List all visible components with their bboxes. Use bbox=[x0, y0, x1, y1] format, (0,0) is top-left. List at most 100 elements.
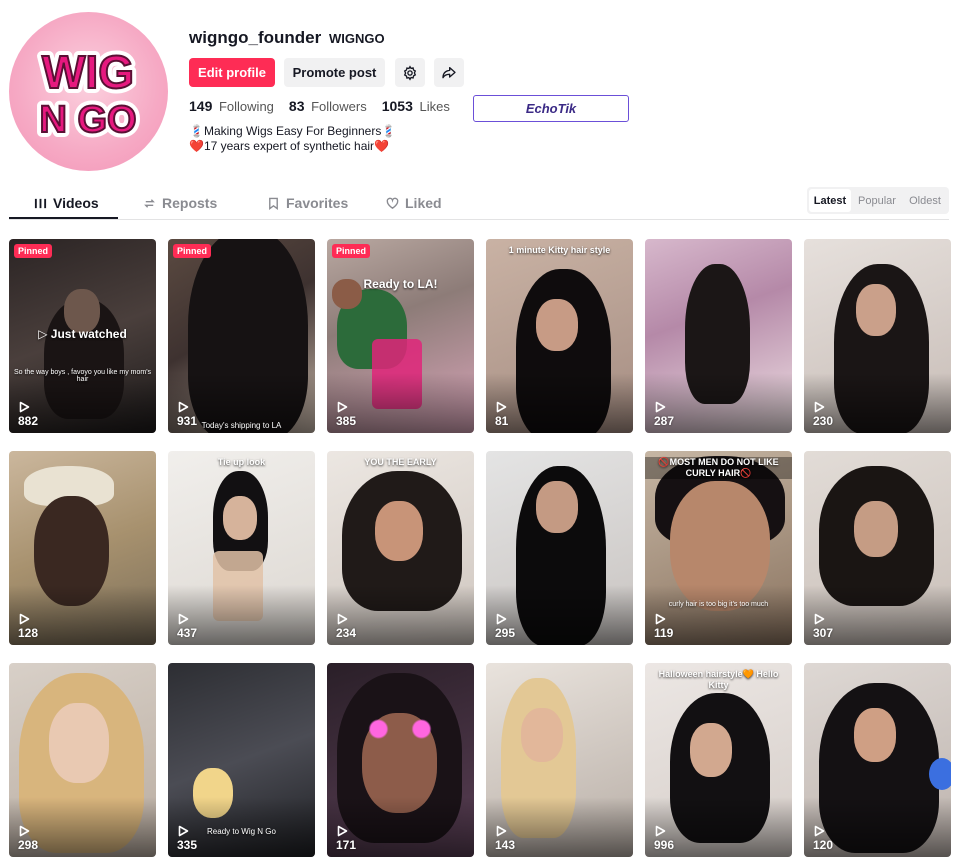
view-count: 295 bbox=[495, 626, 516, 640]
profile-bio: 💈Making Wigs Easy For Beginners💈 ❤️17 ye… bbox=[189, 124, 396, 154]
play-icon bbox=[337, 825, 348, 837]
play-icon bbox=[19, 825, 30, 837]
view-count: 128 bbox=[18, 626, 39, 640]
svg-text:WIG: WIG bbox=[42, 46, 134, 98]
bio-line: 💈Making Wigs Easy For Beginners💈 bbox=[189, 124, 397, 138]
thumbnail-face-shape bbox=[223, 496, 257, 540]
view-count: 996 bbox=[654, 838, 675, 852]
likes-label: Likes bbox=[419, 99, 450, 114]
play-icon bbox=[178, 825, 189, 837]
video-overlay-text: Ready to LA! bbox=[363, 277, 438, 291]
play-icon bbox=[496, 401, 507, 413]
play-icon bbox=[496, 825, 507, 837]
video-card[interactable]: Pinned Ready to LA! 385 bbox=[327, 239, 474, 433]
sort-latest[interactable]: Latest bbox=[809, 189, 851, 212]
video-bottom-caption: Ready to Wig N Go bbox=[207, 827, 276, 836]
view-count: 307 bbox=[813, 626, 834, 640]
play-icon bbox=[337, 401, 348, 413]
video-overlay-text: Halloween hairstyle🧡 Hello Kitty bbox=[658, 669, 779, 690]
view-count: 81 bbox=[495, 414, 509, 428]
thumbnail-face-shape bbox=[854, 708, 896, 762]
thumbnail-face-shape bbox=[49, 703, 109, 783]
repost-icon bbox=[144, 198, 155, 208]
view-count: 385 bbox=[336, 414, 357, 428]
video-overlay-text: ▷ Just watched bbox=[38, 327, 127, 341]
settings-button[interactable] bbox=[395, 58, 425, 87]
sort-oldest[interactable]: Oldest bbox=[903, 189, 947, 212]
sort-popular[interactable]: Popular bbox=[853, 189, 901, 212]
video-card[interactable]: 1 minute Kitty hair style 81 bbox=[486, 239, 633, 433]
profile-username: wigngo_founder bbox=[189, 28, 322, 47]
pinned-badge: Pinned bbox=[14, 244, 53, 258]
thumbnail-detail-shape bbox=[357, 718, 443, 740]
play-icon bbox=[814, 825, 825, 837]
video-card[interactable]: 295 bbox=[486, 451, 633, 645]
echotik-extension-button[interactable]: EchoTik bbox=[473, 95, 629, 122]
promote-post-button[interactable]: Promote post bbox=[284, 58, 385, 87]
play-icon bbox=[655, 613, 666, 625]
heart-icon bbox=[386, 197, 399, 209]
view-count: 120 bbox=[813, 838, 834, 852]
following-stat[interactable]: 149 Following bbox=[189, 98, 274, 114]
play-icon bbox=[19, 401, 30, 413]
tab-label: Reposts bbox=[162, 195, 218, 211]
tab-videos[interactable]: Videos bbox=[9, 186, 118, 220]
tab-label: Videos bbox=[53, 195, 99, 211]
play-icon bbox=[496, 613, 507, 625]
video-card[interactable]: 171 bbox=[327, 663, 474, 857]
view-count: 437 bbox=[177, 626, 198, 640]
video-overlay-text: 1 minute Kitty hair style bbox=[508, 245, 611, 255]
share-arrow-icon bbox=[442, 66, 456, 78]
video-overlay-text: Tie up look bbox=[217, 457, 266, 467]
video-card[interactable]: 298 bbox=[9, 663, 156, 857]
share-profile-button[interactable] bbox=[434, 58, 464, 87]
video-card[interactable]: Pinned ▷ Just watched So the way boys , fa… bbox=[9, 239, 156, 433]
video-card[interactable]: 120 bbox=[804, 663, 951, 857]
tab-label: Favorites bbox=[286, 195, 349, 211]
play-icon bbox=[655, 825, 666, 837]
play-icon bbox=[655, 401, 666, 413]
video-card[interactable]: 230 bbox=[804, 239, 951, 433]
thumbnail-face-shape bbox=[854, 501, 898, 557]
video-card[interactable]: 143 bbox=[486, 663, 633, 857]
view-count: 287 bbox=[654, 414, 675, 428]
play-icon bbox=[814, 401, 825, 413]
video-overlay-text: 🚫MOST MEN DO NOT LIKE CURLY HAIR🚫 bbox=[645, 457, 792, 479]
sort-toggle: Latest Popular Oldest bbox=[807, 187, 949, 214]
video-card[interactable]: 307 bbox=[804, 451, 951, 645]
followers-stat[interactable]: 83 Followers bbox=[289, 98, 367, 114]
play-icon bbox=[814, 613, 825, 625]
profile-nickname: WIGNGO bbox=[329, 31, 385, 46]
play-icon bbox=[19, 613, 30, 625]
edit-profile-button[interactable]: Edit profile bbox=[189, 58, 275, 87]
thumbnail-face-shape bbox=[690, 723, 732, 777]
followers-count: 83 bbox=[288, 98, 305, 114]
thumbnail-face-shape bbox=[375, 501, 423, 561]
video-card[interactable]: Ready to Wig N Go 335 bbox=[168, 663, 315, 857]
video-card[interactable]: 128 bbox=[9, 451, 156, 645]
play-icon bbox=[337, 613, 348, 625]
view-count: 230 bbox=[813, 414, 834, 428]
video-card[interactable]: Halloween hairstyle🧡 Hello Kitty 996 bbox=[645, 663, 792, 857]
tab-liked[interactable]: Liked bbox=[364, 186, 464, 220]
profile-tabs: Videos Reposts Favorites Liked bbox=[9, 186, 464, 220]
video-card[interactable]: YOU THE EARLY 234 bbox=[327, 451, 474, 645]
video-card[interactable]: Pinned Today's shipping to LA 931 bbox=[168, 239, 315, 433]
followers-label: Followers bbox=[311, 99, 367, 114]
following-label: Following bbox=[218, 99, 274, 114]
thumbnail-face-shape bbox=[536, 481, 578, 533]
tab-reposts[interactable]: Reposts bbox=[118, 186, 242, 220]
video-card[interactable]: 🚫MOST MEN DO NOT LIKE CURLY HAIR🚫 curly h… bbox=[645, 451, 792, 645]
gear-icon bbox=[403, 64, 417, 81]
view-count: 882 bbox=[18, 414, 39, 428]
video-caption-text: curly hair is too big it's too much bbox=[668, 601, 769, 608]
video-card[interactable]: Tie up look 437 bbox=[168, 451, 315, 645]
thumbnail-face-shape bbox=[521, 708, 563, 762]
likes-stat: 1053 Likes bbox=[382, 98, 450, 114]
thumbnail-face-shape bbox=[856, 284, 896, 336]
video-card[interactable]: 287 bbox=[645, 239, 792, 433]
tab-favorites[interactable]: Favorites bbox=[242, 186, 364, 220]
view-count: 171 bbox=[336, 838, 357, 852]
profile-avatar[interactable]: WIG WIG N GO N GO bbox=[9, 12, 168, 171]
play-icon bbox=[178, 613, 189, 625]
